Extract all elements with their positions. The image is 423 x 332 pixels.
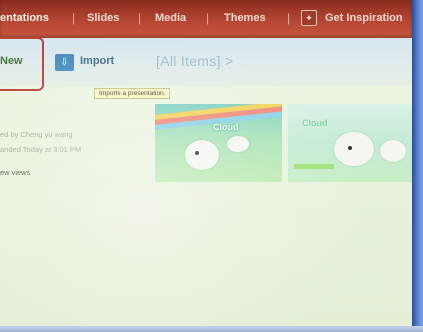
monitor-bezel	[412, 0, 423, 332]
cloud-character	[334, 132, 374, 166]
created-by-text: ed by Cheng yu wang	[0, 130, 73, 139]
cloud-shape	[380, 140, 406, 162]
import-icon[interactable]: ⇩	[55, 54, 74, 71]
character-eye	[195, 151, 199, 155]
new-button-label[interactable]: New	[0, 55, 23, 67]
tab-get-inspiration[interactable]: Get Inspiration	[325, 12, 403, 24]
cloud-shape	[227, 136, 249, 152]
filter-all-items[interactable]: [All Items] >	[156, 53, 233, 69]
top-nav-bar: entations | Slides | Media | Themes | ✦ …	[0, 0, 412, 38]
views-text: ew views	[0, 168, 31, 177]
slide-thumbnail-1[interactable]: Cloud	[155, 104, 282, 182]
lightbulb-icon[interactable]: ✦	[301, 10, 317, 26]
import-tooltip: Imports a presentation.	[94, 88, 171, 99]
nav-separator: |	[206, 11, 210, 25]
cloud-character	[185, 140, 219, 170]
grass-stripe	[294, 164, 334, 169]
tab-themes[interactable]: Themes	[224, 12, 266, 24]
tab-media[interactable]: Media	[155, 12, 186, 24]
import-button[interactable]: Import	[80, 55, 114, 67]
tab-presentations[interactable]: entations	[0, 12, 49, 24]
monitor-bezel	[0, 326, 423, 332]
thumbnail-title: Cloud	[213, 122, 239, 132]
tab-slides[interactable]: Slides	[87, 12, 119, 24]
app-window: entations | Slides | Media | Themes | ✦ …	[0, 0, 412, 326]
nav-separator: |	[287, 11, 291, 25]
character-eye	[348, 146, 352, 150]
slide-thumbnail-2[interactable]: Cloud	[288, 104, 412, 182]
modified-text: anded Today at 3:01 PM	[0, 145, 82, 154]
nav-separator: |	[138, 11, 142, 25]
thumbnail-title: Cloud	[302, 118, 328, 128]
nav-separator: |	[72, 11, 76, 25]
